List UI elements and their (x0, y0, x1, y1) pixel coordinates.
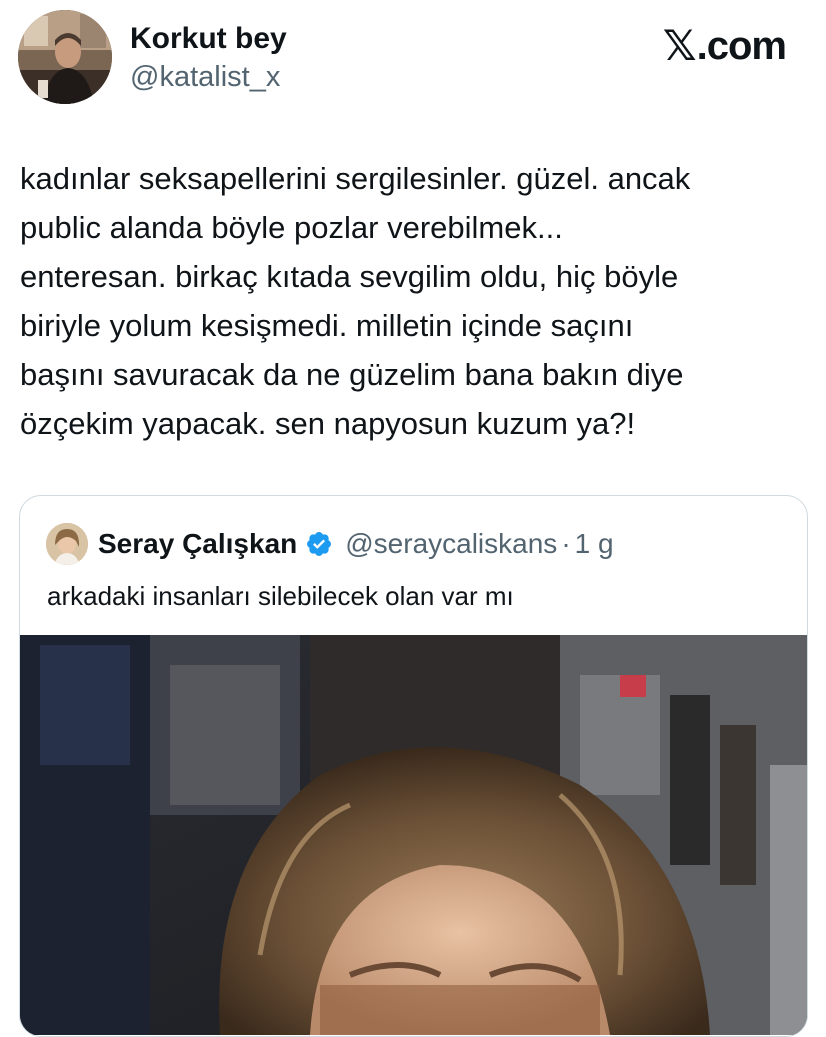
author-name[interactable]: Korkut bey (130, 22, 287, 56)
brand-domain: .com (696, 24, 787, 68)
meta-separator: · (561, 528, 571, 559)
quoted-author-handle[interactable]: @seraycaliskans (345, 528, 557, 560)
x-brand: 𝕏 .com (662, 21, 787, 70)
quoted-tweet-text: arkadaki insanları silebilecek olan var … (47, 581, 514, 611)
quoted-tweet-time[interactable]: 1 g (575, 528, 614, 560)
quoted-tweet-photo[interactable] (20, 635, 807, 1035)
quoted-author-name[interactable]: Seray Çalışkan (98, 528, 297, 560)
tweet-text: kadınlar seksapellerini sergilesinler. g… (20, 161, 691, 441)
quoted-author-avatar[interactable] (46, 523, 88, 565)
quoted-tweet[interactable]: Seray Çalışkan @seraycaliskans · 1 g ark… (19, 495, 808, 1037)
author-handle[interactable]: @katalist_x (130, 60, 280, 94)
author-avatar[interactable] (18, 10, 112, 104)
x-logo-icon: 𝕏 (662, 21, 697, 70)
quoted-tweet-header: Seray Çalışkan @seraycaliskans · 1 g (46, 522, 614, 566)
verified-badge-icon (305, 530, 333, 558)
tweet-header: Korkut bey @katalist_x 𝕏 .com (18, 10, 787, 106)
